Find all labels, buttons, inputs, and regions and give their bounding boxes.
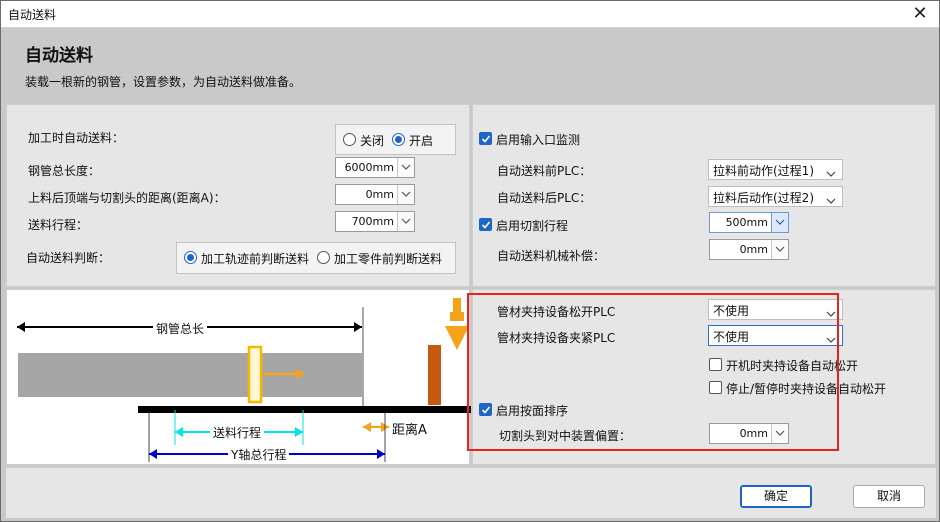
checkbox-checked-icon (479, 218, 492, 231)
arrow-left-icon (175, 427, 183, 437)
radio-on-icon (392, 133, 405, 146)
face-sort-label: 启用按面排序 (496, 404, 569, 418)
chevron-down-icon (826, 193, 836, 207)
arrow-left-icon (363, 422, 371, 432)
pipe-length-label: 钢管总长度： (28, 164, 101, 178)
page-title: 自动送料 (25, 46, 93, 66)
radio-on-icon (184, 251, 197, 264)
release-plc-label: 管材夹持设备松开PLC (497, 305, 616, 319)
cancel-button[interactable]: 取消 (853, 485, 925, 508)
diagram-y-stroke-label: Y轴总行程 (228, 446, 290, 463)
checkbox-checked-icon (479, 132, 492, 145)
auto-feed-radio-group: 关闭 开启 (335, 124, 456, 155)
auto-feed-label: 加工时自动送料： (28, 131, 125, 145)
checkbox-empty-icon (709, 381, 722, 394)
diagram-pipe-length-label: 钢管总长 (153, 320, 208, 337)
cutting-head (428, 345, 441, 405)
chuck-clamp (247, 345, 263, 404)
offset-label: 切割头到对中装置偏置： (499, 429, 632, 443)
judge-before-part-label: 加工零件前判断送料 (334, 252, 443, 266)
feed-judge-label: 自动送料判断： (26, 251, 111, 265)
diagram-feed-stroke-label: 送料行程 (210, 424, 265, 441)
mech-comp-input[interactable]: 0mm (709, 239, 789, 260)
mech-comp-value: 0mm (739, 243, 768, 256)
offset-value: 0mm (739, 427, 768, 440)
checkbox-empty-icon (709, 358, 722, 371)
ok-button[interactable]: 确定 (740, 485, 812, 508)
distance-a-value: 0mm (365, 188, 394, 201)
window-title: 自动送料 (8, 8, 57, 22)
chevron-down-icon[interactable] (397, 212, 414, 231)
radio-off-icon (343, 133, 356, 146)
auto-feed-on-label: 开启 (409, 134, 434, 148)
chevron-down-icon[interactable] (771, 424, 788, 443)
chevron-down-icon[interactable] (771, 240, 788, 259)
chevron-down-icon (826, 306, 836, 320)
release-on-stop-label: 停止/暂停时夹持设备自动松开 (726, 382, 887, 396)
steel-pipe (18, 353, 363, 397)
pre-plc-label: 自动送料前PLC： (497, 164, 592, 178)
laser-head-nozzle (450, 312, 464, 321)
cut-stroke-input[interactable]: 500mm (709, 212, 789, 233)
post-plc-value: 拉料后动作(过程2) (713, 191, 814, 205)
radio-off-icon (317, 251, 330, 264)
pre-plc-select[interactable]: 拉料前动作(过程1) (708, 159, 843, 180)
pipe-length-input[interactable]: 6000mm (335, 157, 415, 178)
chevron-down-icon (826, 166, 836, 180)
laser-head-body (453, 298, 461, 314)
clamp-plc-select[interactable]: 不使用 (708, 325, 843, 346)
release-on-start-label: 开机时夹持设备自动松开 (726, 359, 859, 373)
post-plc-label: 自动送料后PLC： (497, 191, 592, 205)
arrow-right-icon (354, 322, 362, 332)
mech-comp-label: 自动送料机械补偿： (497, 249, 606, 263)
arrow-right-icon (295, 427, 303, 437)
offset-input[interactable]: 0mm (709, 423, 789, 444)
feed-settings-panel: 加工时自动送料： 关闭 开启 钢管总长度： 6000mm 上料后顶端与切割头的距… (6, 104, 470, 287)
dialog-footer: 确定 取消 (6, 467, 936, 518)
release-plc-select[interactable]: 不使用 (708, 299, 843, 320)
dialog-header: 自动送料 装载一根新的钢管，设置参数，为自动送料做准备。 (1, 29, 939, 101)
release-plc-value: 不使用 (713, 304, 750, 318)
feed-stroke-value: 700mm (351, 215, 394, 228)
feed-judge-radio-group: 加工轨迹前判断送料 加工零件前判断送料 (176, 242, 456, 274)
post-plc-select[interactable]: 拉料后动作(过程2) (708, 186, 843, 207)
arrow-right-icon (377, 449, 385, 459)
chevron-down-icon[interactable] (771, 213, 788, 232)
pipe-length-value: 6000mm (344, 161, 394, 174)
feed-diagram-panel: 钢管总长 送料行程 距离A Y轴总行程 (6, 289, 471, 465)
arrow-left-icon (149, 449, 157, 459)
clamp-settings-panel: 管材夹持设备松开PLC 不使用 管材夹持设备夹紧PLC 不使用 开机时夹持设备自… (472, 289, 936, 465)
page-subtitle: 装载一根新的钢管，设置参数，为自动送料做准备。 (25, 75, 302, 89)
machine-rail (138, 406, 471, 413)
title-bar: 自动送料 ✕ (1, 1, 939, 28)
feed-stroke-input[interactable]: 700mm (335, 211, 415, 232)
arrow-down-icon (445, 326, 469, 350)
close-icon[interactable]: ✕ (909, 3, 931, 25)
plc-settings-panel: 启用输入口监测 自动送料前PLC： 拉料前动作(过程1) 自动送料后PLC： 拉… (472, 104, 936, 287)
feed-stroke-label: 送料行程： (28, 218, 89, 232)
pre-plc-value: 拉料前动作(过程1) (713, 164, 814, 178)
distance-a-input[interactable]: 0mm (335, 184, 415, 205)
chevron-down-icon (826, 332, 836, 346)
chevron-down-icon[interactable] (397, 158, 414, 177)
chevron-down-icon[interactable] (397, 185, 414, 204)
input-monitor-label: 启用输入口监测 (496, 133, 581, 147)
cut-stroke-value: 500mm (725, 216, 768, 229)
auto-feed-dialog: 自动送料 ✕ 自动送料 装载一根新的钢管，设置参数，为自动送料做准备。 加工时自… (0, 0, 940, 522)
diagram-distance-a-label: 距离A (389, 419, 430, 438)
judge-before-path-label: 加工轨迹前判断送料 (201, 252, 310, 266)
clamp-plc-label: 管材夹持设备夹紧PLC (497, 331, 616, 345)
auto-feed-off-label: 关闭 (360, 134, 385, 148)
arrow-left-icon (17, 322, 25, 332)
cut-stroke-label: 启用切割行程 (496, 219, 569, 233)
checkbox-checked-icon (479, 403, 492, 416)
distance-a-label: 上料后顶端与切割头的距离(距离A)： (28, 191, 226, 205)
clamp-plc-value: 不使用 (713, 330, 750, 344)
